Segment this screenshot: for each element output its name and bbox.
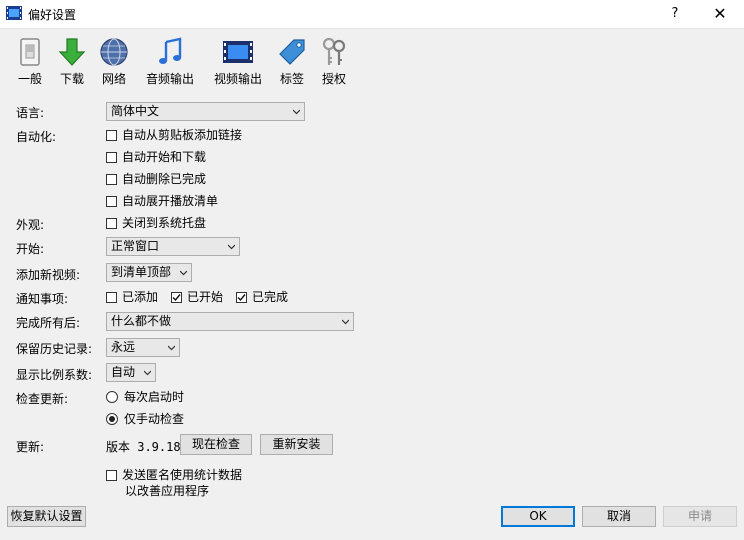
notify-completed-checkbox[interactable]: 已完成 — [236, 289, 288, 305]
tab-download-label: 下载 — [59, 72, 84, 86]
tab-license-label: 授权 — [321, 72, 346, 86]
keep-history-select-value: 永远 — [111, 340, 136, 354]
help-button[interactable]: ? — [662, 4, 688, 24]
update-label: 更新: — [16, 440, 45, 454]
after-all-done-select-value: 什么都不做 — [111, 314, 172, 328]
add-new-video-label: 添加新视频: — [16, 268, 81, 282]
checkbox-label: 发送匿名使用统计数据 — [122, 468, 243, 482]
cancel-button[interactable]: 取消 — [582, 506, 656, 527]
chevron-down-icon — [180, 270, 187, 276]
tab-audio-output-label: 音频输出 — [145, 72, 194, 86]
scale-factor-label: 显示比例系数: — [16, 368, 93, 382]
auto-expand-playlist-checkbox[interactable]: 自动展开播放清单 — [106, 193, 218, 209]
close-button[interactable]: ✕ — [706, 4, 734, 24]
tab-video-output[interactable]: 视频输出 — [210, 36, 266, 87]
check-updates-label: 检查更新: — [16, 392, 69, 406]
restore-defaults-button[interactable]: 恢复默认设置 — [7, 506, 86, 527]
check-now-button[interactable]: 现在检查 — [180, 434, 252, 455]
apply-button[interactable]: 申请 — [663, 506, 737, 527]
auto-remove-completed-checkbox[interactable]: 自动删除已完成 — [106, 171, 206, 187]
tab-audio-output[interactable]: 音频输出 — [142, 36, 198, 87]
reinstall-button[interactable]: 重新安装 — [260, 434, 333, 455]
window-title: 偏好设置 — [28, 8, 77, 22]
checkbox-label: 自动展开播放清单 — [122, 194, 219, 208]
language-select[interactable]: 简体中文 — [106, 102, 305, 121]
ok-button[interactable]: OK — [501, 506, 575, 527]
tab-network[interactable]: 网络 — [94, 36, 134, 87]
after-all-done-label: 完成所有后: — [16, 316, 81, 330]
app-film-icon — [6, 6, 22, 20]
tab-general[interactable]: 一般 — [10, 36, 50, 87]
checkmark-icon — [172, 294, 181, 302]
checkbox-label: 自动开始和下载 — [122, 150, 207, 164]
film-strip-icon — [223, 41, 253, 63]
chevron-down-icon — [228, 244, 235, 250]
notify-added-checkbox[interactable]: 已添加 — [106, 289, 158, 305]
appearance-label: 外观: — [16, 218, 45, 232]
keys-icon — [322, 37, 346, 65]
tag-icon — [279, 39, 305, 65]
tab-tags[interactable]: 标签 — [274, 36, 310, 87]
keep-history-select[interactable]: 永远 — [106, 338, 180, 357]
tab-license[interactable]: 授权 — [316, 36, 352, 87]
tab-network-label: 网络 — [101, 72, 126, 86]
tab-general-label: 一般 — [17, 72, 42, 86]
stats-label-line2: 以改善应用程序 — [125, 484, 210, 498]
version-text: 版本 3.9.18 — [106, 440, 181, 454]
check-manually-radio[interactable]: 仅手动检查 — [106, 411, 184, 427]
add-new-video-select-value: 到清单顶部 — [111, 265, 172, 279]
notifications-label: 通知事项: — [16, 292, 69, 306]
checkmark-icon — [237, 294, 246, 302]
startup-select[interactable]: 正常窗口 — [106, 237, 240, 256]
startup-select-value: 正常窗口 — [111, 239, 160, 253]
radio-label: 每次启动时 — [124, 390, 185, 404]
title-bar: 偏好设置 ? ✕ — [0, 0, 744, 29]
chevron-down-icon — [144, 370, 151, 376]
tab-video-output-label: 视频输出 — [213, 72, 262, 86]
chevron-down-icon — [168, 345, 175, 351]
checkbox-label: 已完成 — [252, 290, 289, 304]
automation-label: 自动化: — [16, 130, 57, 144]
keep-history-label: 保留历史记录: — [16, 342, 93, 356]
language-select-value: 简体中文 — [111, 104, 160, 118]
after-all-done-select[interactable]: 什么都不做 — [106, 312, 354, 331]
download-arrow-icon — [58, 38, 86, 66]
tab-download[interactable]: 下载 — [52, 36, 92, 87]
checkbox-label: 自动从剪贴板添加链接 — [122, 128, 243, 142]
language-label: 语言: — [16, 106, 45, 120]
auto-add-from-clipboard-checkbox[interactable]: 自动从剪贴板添加链接 — [106, 127, 242, 143]
check-on-startup-radio[interactable]: 每次启动时 — [106, 389, 184, 405]
checkbox-label: 自动删除已完成 — [122, 172, 207, 186]
chevron-down-icon — [293, 109, 300, 115]
tab-tags-label: 标签 — [279, 72, 304, 86]
auto-start-download-checkbox[interactable]: 自动开始和下载 — [106, 149, 206, 165]
checkbox-label: 关闭到系统托盘 — [122, 216, 207, 230]
close-to-tray-checkbox[interactable]: 关闭到系统托盘 — [106, 215, 206, 231]
switch-icon — [20, 38, 40, 66]
chevron-down-icon — [342, 319, 349, 325]
globe-icon — [100, 38, 128, 66]
radio-label: 仅手动检查 — [124, 412, 185, 426]
scale-factor-select[interactable]: 自动 — [106, 363, 156, 382]
send-usage-stats-checkbox[interactable]: 发送匿名使用统计数据 — [106, 467, 242, 483]
notify-started-checkbox[interactable]: 已开始 — [171, 289, 223, 305]
checkbox-label: 已添加 — [122, 290, 159, 304]
add-new-video-select[interactable]: 到清单顶部 — [106, 263, 192, 282]
music-note-icon — [159, 37, 182, 64]
startup-label: 开始: — [16, 242, 45, 256]
scale-factor-select-value: 自动 — [111, 365, 136, 379]
checkbox-label: 已开始 — [187, 290, 224, 304]
